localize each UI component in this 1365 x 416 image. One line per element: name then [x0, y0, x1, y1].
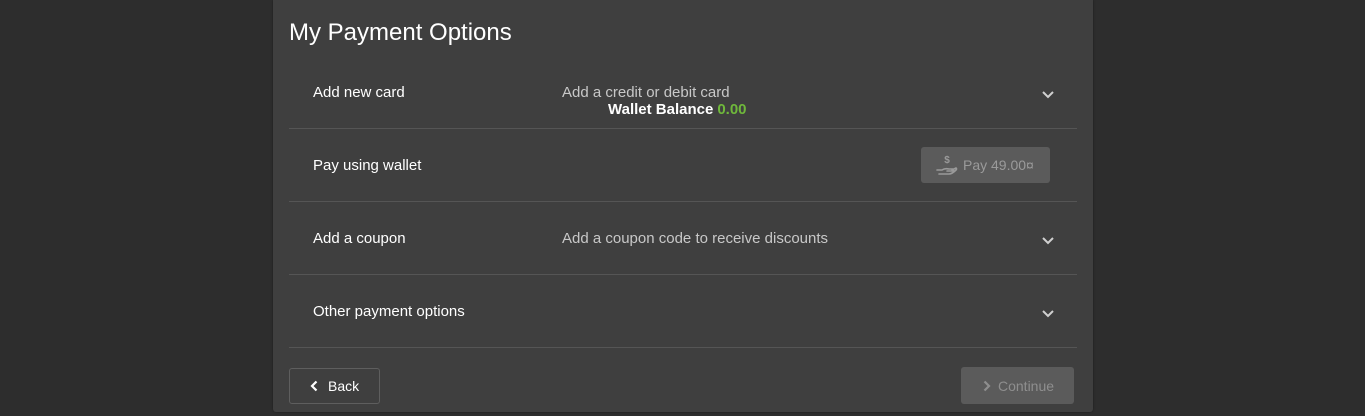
add-new-card-description: Add a credit or debit card — [562, 84, 730, 101]
svg-text:$: $ — [944, 155, 950, 166]
page-title: My Payment Options — [289, 19, 512, 46]
wallet-balance-label: Wallet Balance — [608, 101, 714, 118]
other-payment-options-row[interactable]: Other payment options — [289, 275, 1077, 348]
payment-options-panel: My Payment Options Add new card Add a cr… — [273, 0, 1093, 412]
continue-button-label: Continue — [998, 377, 1055, 394]
pay-using-wallet-label: Pay using wallet — [313, 157, 422, 174]
chevron-right-icon — [983, 380, 991, 391]
add-coupon-label: Add a coupon — [313, 230, 406, 247]
chevron-down-icon[interactable] — [1040, 86, 1056, 102]
wallet-balance-value: 0.00 — [717, 101, 747, 118]
payment-options-list: Add new card Add a credit or debit card … — [289, 56, 1077, 348]
wallet-balance: Wallet Balance 0.00 — [608, 101, 747, 119]
hand-money-icon: $ — [936, 155, 958, 175]
pay-with-wallet-button[interactable]: $ Pay 49.00¤ — [921, 147, 1050, 183]
other-payment-options-label: Other payment options — [313, 303, 465, 320]
chevron-down-icon[interactable] — [1040, 305, 1056, 321]
chevron-left-icon — [310, 380, 318, 392]
pay-button-label: Pay 49.00¤ — [963, 157, 1034, 173]
continue-button[interactable]: Continue — [961, 367, 1074, 404]
chevron-down-icon[interactable] — [1040, 232, 1056, 248]
add-new-card-label: Add new card — [313, 84, 405, 101]
back-button-label: Back — [328, 378, 360, 394]
add-coupon-description: Add a coupon code to receive discounts — [562, 230, 829, 247]
back-button[interactable]: Back — [289, 368, 380, 404]
add-coupon-row[interactable]: Add a coupon Add a coupon code to receiv… — [289, 202, 1077, 275]
